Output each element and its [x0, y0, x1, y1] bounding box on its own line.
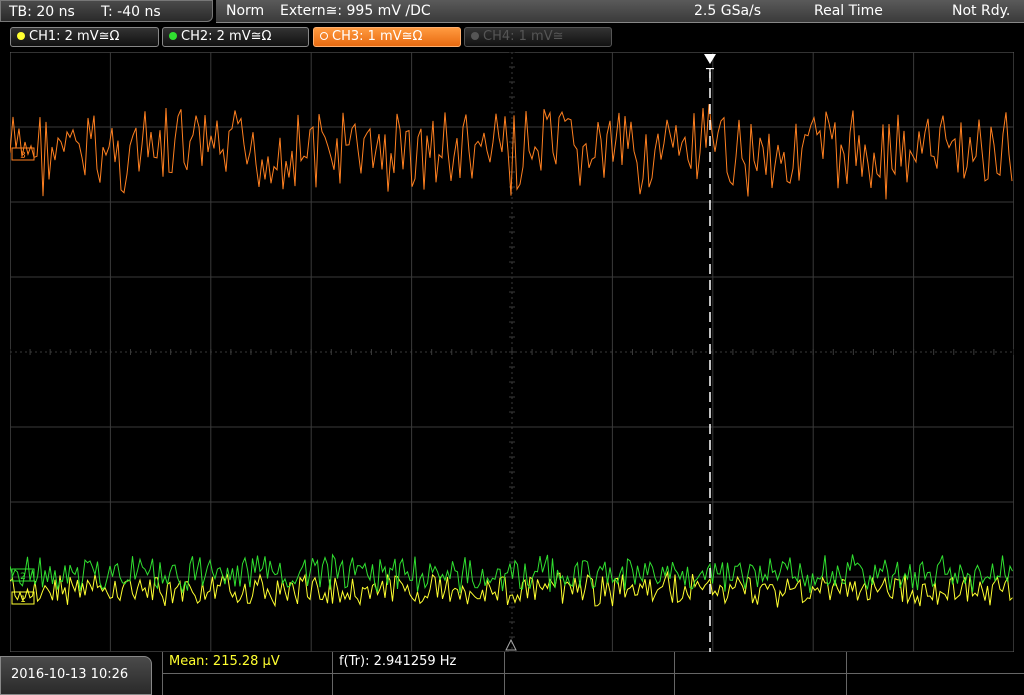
- channel-1-indicator-icon: [17, 32, 25, 40]
- channel-4-indicator-icon: [471, 32, 479, 40]
- channel-3-label: CH3: 1 mV≅Ω: [332, 29, 423, 44]
- channel-bar: CH1: 2 mV≅Ω CH2: 2 mV≅Ω CH3: 1 mV≅Ω CH4:…: [0, 25, 1024, 49]
- channel-4-label: CH4: 1 mV≅: [483, 29, 564, 44]
- acquisition-mode: Real Time: [814, 3, 883, 19]
- channel-3-indicator-icon: [320, 32, 328, 40]
- trigger-time-value: T: -40 ns: [101, 4, 161, 20]
- bottom-bar: 2016-10-13 10:26 Mean: 215.28 μV f(Tr): …: [0, 652, 1024, 695]
- channel-1-label: CH1: 2 mV≅Ω: [29, 29, 120, 44]
- channel-4-button[interactable]: CH4: 1 mV≅: [464, 27, 612, 47]
- channel-2-indicator-icon: [169, 32, 177, 40]
- freq-value: f(Tr): 2.941259 Hz: [339, 654, 457, 669]
- mean-value: Mean: 215.28 μV: [169, 654, 280, 669]
- channel-3-button[interactable]: CH3: 1 mV≅Ω: [313, 27, 461, 47]
- channel-2-button[interactable]: CH2: 2 mV≅Ω: [162, 27, 309, 47]
- channel-1-offset-label: 1: [20, 595, 26, 605]
- trigger-status: Not Rdy.: [952, 3, 1011, 19]
- datetime-value: 2016-10-13 10:26: [11, 667, 129, 682]
- acquisition-status-panel[interactable]: Norm Extern≅: 995 mV ∕DC 2.5 GSa/s Real …: [216, 0, 1024, 23]
- timebase-value: TB: 20 ns: [9, 4, 75, 20]
- trigger-mode: Norm: [226, 3, 265, 19]
- channel-2-offset-label: 2: [20, 572, 26, 582]
- channel-2-label: CH2: 2 mV≅Ω: [181, 29, 272, 44]
- channel-1-button[interactable]: CH1: 2 mV≅Ω: [10, 27, 159, 47]
- trigger-marker-label: T: [705, 67, 714, 82]
- waveform-display[interactable]: T 3 2 1: [10, 52, 1014, 652]
- datetime-panel: 2016-10-13 10:26: [0, 656, 152, 695]
- sample-rate: 2.5 GSa/s: [694, 3, 762, 19]
- channel-3-offset-label: 3: [20, 151, 26, 161]
- timebase-panel[interactable]: TB: 20 ns T: -40 ns: [0, 0, 213, 22]
- top-status-bar: TB: 20 ns T: -40 ns Norm Extern≅: 995 mV…: [0, 0, 1024, 24]
- measurement-divider: [162, 673, 1024, 674]
- trigger-source: Extern≅: 995 mV ∕DC: [280, 3, 431, 19]
